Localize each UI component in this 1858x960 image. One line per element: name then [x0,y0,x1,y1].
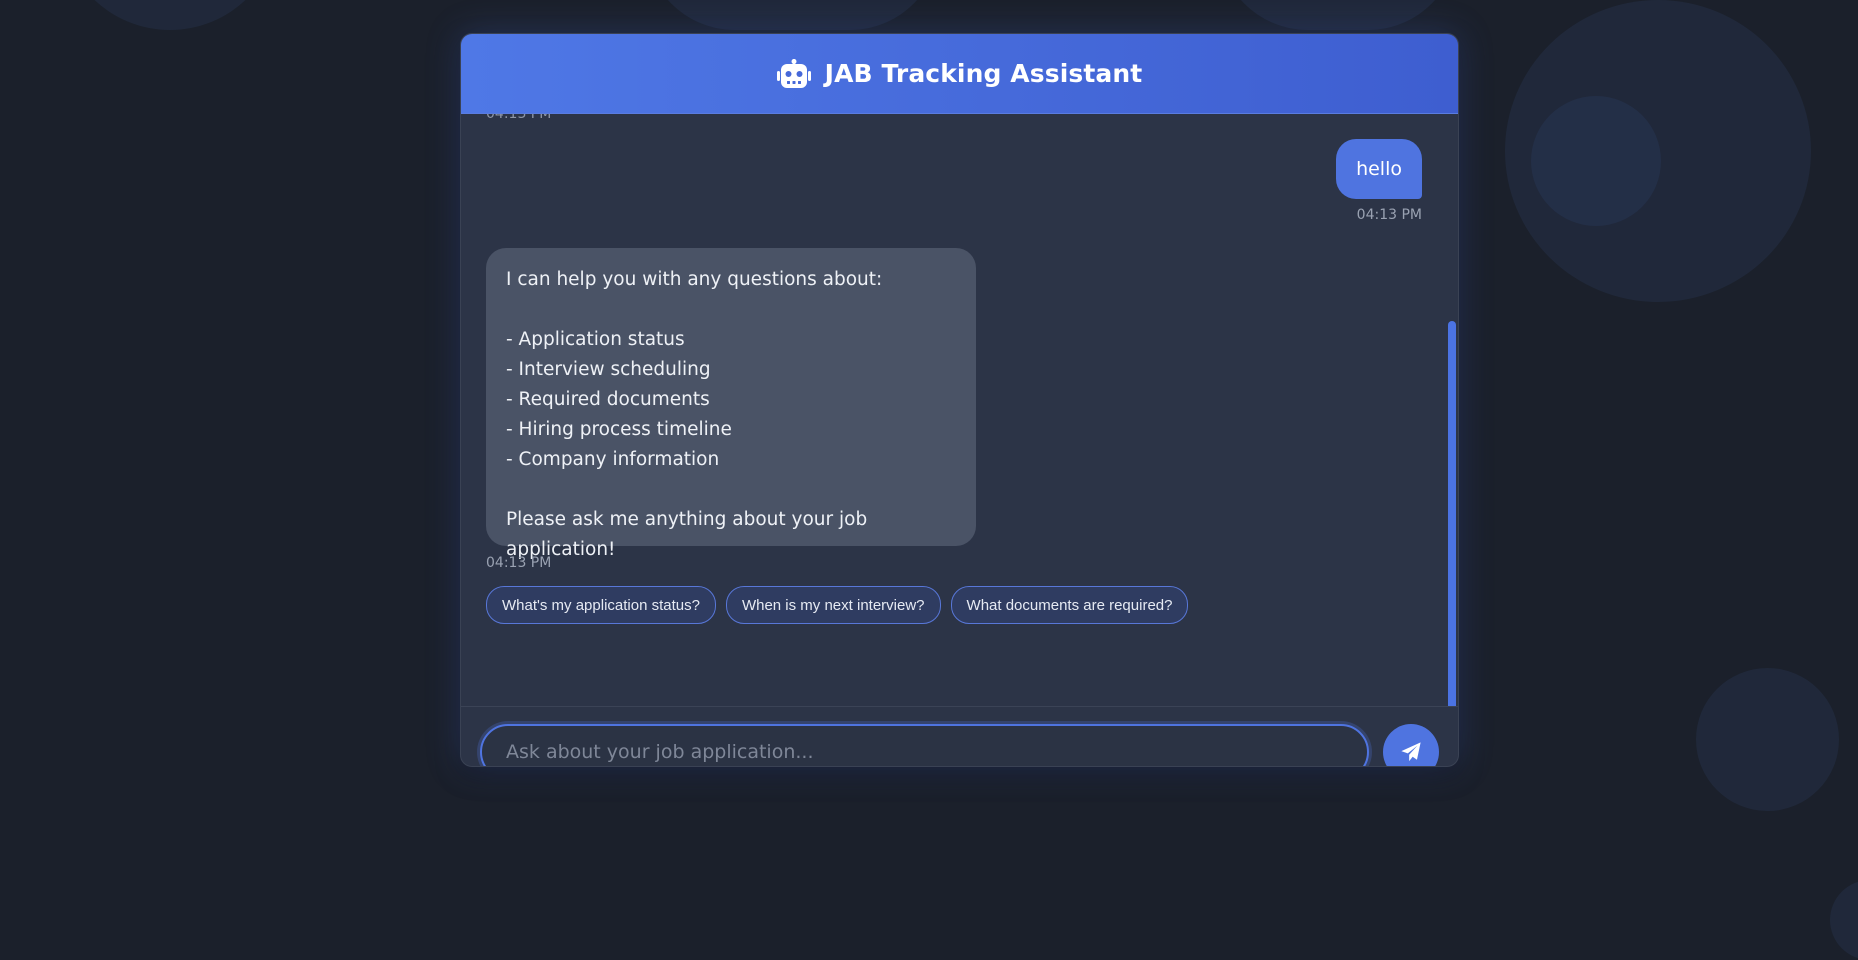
scrollbar[interactable] [1446,114,1458,706]
quick-reply-required-documents[interactable]: What documents are required? [950,586,1189,624]
background-circle [1218,0,1458,30]
message-timestamp: 04:13 PM [486,114,552,122]
quick-replies: What's my application status? When is my… [486,586,1189,624]
user-message-bubble: hello [1336,139,1422,199]
robot-icon [776,58,811,88]
bot-message-timestamp: 04:13 PM [486,555,552,571]
chat-window: JAB Tracking Assistant 04:13 PM hello 04… [460,33,1459,767]
bot-message-bubble: I can help you with any questions about:… [486,248,976,560]
chat-title: JAB Tracking Assistant [824,59,1143,88]
input-bar [461,706,1458,766]
quick-reply-next-interview[interactable]: When is my next interview? [725,586,941,624]
background-circle [60,0,280,30]
paper-plane-icon [1401,742,1421,762]
chat-header: JAB Tracking Assistant [461,34,1458,114]
user-message-timestamp: 04:13 PM [1356,207,1422,223]
background-circle [1531,96,1661,226]
send-button[interactable] [1383,724,1439,766]
quick-reply-application-status[interactable]: What's my application status? [486,586,716,624]
background-circle [1696,668,1839,811]
background-circle [645,0,940,30]
scrollbar-thumb[interactable] [1448,321,1456,706]
message-list[interactable]: 04:13 PM hello 04:13 PM I can help you w… [461,114,1458,706]
message-input[interactable] [480,724,1369,766]
background-circle [1830,880,1858,960]
